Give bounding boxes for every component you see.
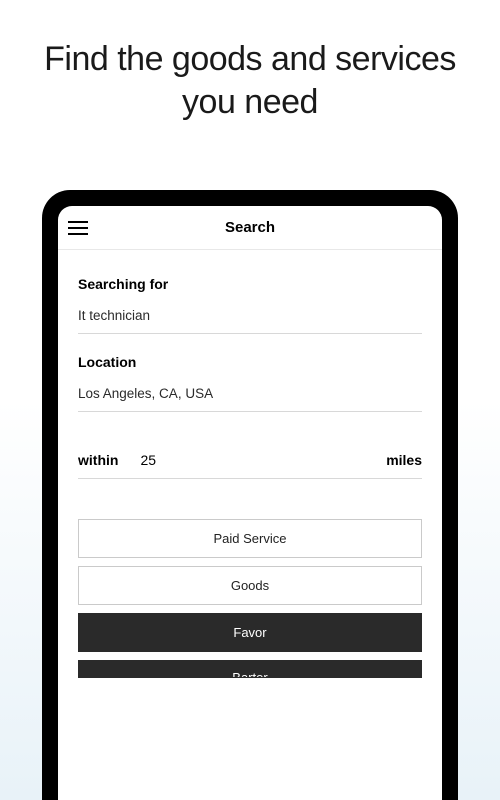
top-bar: Search bbox=[58, 206, 442, 250]
goods-button[interactable]: Goods bbox=[78, 566, 422, 605]
search-form: Searching for It technician Location Los… bbox=[58, 250, 442, 678]
hero-title: Find the goods and services you need bbox=[0, 0, 500, 147]
location-group: Location Los Angeles, CA, USA bbox=[78, 354, 422, 412]
searching-for-group: Searching for It technician bbox=[78, 276, 422, 334]
distance-row: within 25 miles bbox=[78, 452, 422, 479]
page-title: Search bbox=[58, 219, 442, 236]
paid-service-button[interactable]: Paid Service bbox=[78, 519, 422, 558]
location-input[interactable]: Los Angeles, CA, USA bbox=[78, 386, 422, 412]
distance-unit: miles bbox=[386, 452, 422, 468]
hamburger-icon[interactable] bbox=[68, 221, 88, 235]
searching-for-label: Searching for bbox=[78, 276, 422, 292]
searching-for-input[interactable]: It technician bbox=[78, 308, 422, 334]
within-label: within bbox=[78, 452, 118, 468]
tablet-screen: Search Searching for It technician Locat… bbox=[58, 206, 442, 800]
location-label: Location bbox=[78, 354, 422, 370]
tablet-frame: Search Searching for It technician Locat… bbox=[42, 190, 458, 800]
distance-input[interactable]: 25 bbox=[140, 452, 386, 468]
favor-button[interactable]: Favor bbox=[78, 613, 422, 652]
barter-button[interactable]: Barter bbox=[78, 660, 422, 678]
